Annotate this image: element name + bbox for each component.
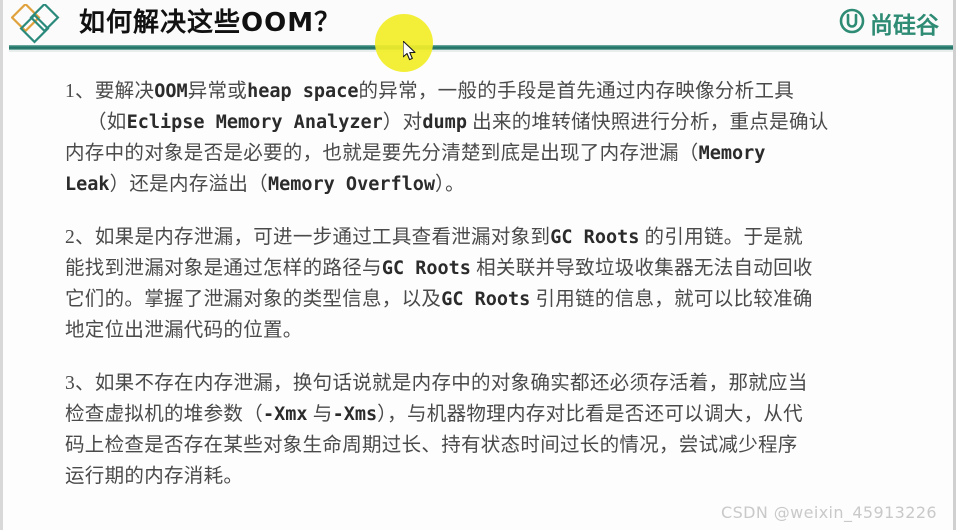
text-run: 如果不存在内存泄漏，换句话说就是内存中的对象确实都还必须存活着，那就应当	[94, 373, 808, 394]
text-run: （如	[87, 112, 127, 133]
paragraph-line: 它们的。掌握了泄漏对象的类型信息，以及GC Roots 引用链的信息，就可以比较…	[65, 289, 813, 310]
paragraph-line: （如Eclipse Memory Analyzer）对dump 出来的堆转储快照…	[65, 112, 829, 133]
text-run: 的异常，一般的手段是首先通过内存映像分析工具	[358, 81, 795, 102]
text-run: 码上检查是否存在某些对象生命周期过长、持有状态时间过长的情况，尝试减少程序	[65, 435, 798, 456]
text-run: 的引用链。于是就	[639, 227, 803, 248]
text-run: 相关联并导致垃圾收集器无法自动回收	[470, 258, 813, 279]
text-run: 检查虚拟机的堆参数（	[65, 404, 264, 425]
slide-canvas: 如何解决这些OOM？ 尚硅谷 1、要解决OOM异常或heap space的异常，…	[0, 0, 956, 530]
code-term: GC Roots	[441, 289, 531, 310]
text-run: 2、	[65, 227, 95, 248]
paragraph-line: 1、要解决OOM异常或heap space的异常，一般的手段是首先通过内存映像分…	[65, 81, 794, 102]
text-run: 出来的堆转储快照进行分析，重点是确认	[466, 112, 829, 133]
body-paragraph: 3、如果不存在内存泄漏，换句话说就是内存中的对象确实都还必须存活着，那就应当 检查…	[65, 368, 903, 492]
slide-body: 1、要解决OOM异常或heap space的异常，一般的手段是首先通过内存映像分…	[65, 76, 903, 514]
code-term: OOM	[154, 81, 188, 102]
code-term: Memory	[698, 143, 766, 164]
text-run: 它们的。掌握了泄漏对象的类型信息，以及	[65, 289, 442, 310]
body-paragraph: 1、要解决OOM异常或heap space的异常，一般的手段是首先通过内存映像分…	[65, 76, 903, 200]
code-term: heap space	[247, 81, 359, 102]
code-term: Leak	[65, 174, 110, 195]
paragraph-line: 3、如果不存在内存泄漏，换句话说就是内存中的对象确实都还必须存活着，那就应当	[65, 373, 808, 394]
text-run: 运行期的内存消耗。	[65, 466, 244, 487]
brand-name: 尚硅谷	[870, 13, 939, 39]
diamonds-logo-icon	[10, 2, 73, 44]
csdn-watermark: CSDN @weixin_45913226	[721, 503, 937, 522]
paragraph-line: 运行期的内存消耗。	[65, 466, 243, 487]
text-run: 如果是内存泄漏，可进一步通过工具查看泄漏对象到	[94, 227, 551, 248]
code-term: -Xmx	[263, 404, 308, 425]
text-run: 与	[307, 404, 333, 425]
paragraph-line: 检查虚拟机的堆参数（-Xmx 与-Xms），与机器物理内存对比看是否还可以调大，…	[65, 404, 803, 425]
text-run: ）。	[435, 174, 465, 195]
text-run: 异常或	[187, 81, 248, 102]
text-run: 内存中的对象是否是必要的，也就是要先分清楚到底是出现了内存泄漏（	[65, 143, 699, 164]
u-circle-icon	[839, 8, 865, 39]
paragraph-line: Leak）还是内存溢出（Memory Overflow）。	[65, 174, 465, 195]
text-run: 要解决	[94, 81, 155, 102]
text-run: 能找到泄漏对象是通过怎样的路径与	[65, 258, 382, 279]
text-run: 引用链的信息，就可以比较准确	[530, 289, 813, 310]
text-run: 地定位出泄漏代码的位置。	[65, 320, 303, 341]
header-divider-shadow	[9, 50, 953, 52]
text-run: 3、	[65, 373, 95, 394]
text-run: ）还是内存溢出（	[109, 174, 268, 195]
text-run: 1、	[65, 81, 95, 102]
paragraph-line: 2、如果是内存泄漏，可进一步通过工具查看泄漏对象到GC Roots 的引用链。于…	[65, 227, 803, 248]
code-term: GC Roots	[550, 227, 640, 248]
paragraph-line: 地定位出泄漏代码的位置。	[65, 320, 303, 341]
paragraph-line: 能找到泄漏对象是通过怎样的路径与GC Roots 相关联并导致垃圾收集器无法自动…	[65, 258, 813, 279]
brand-logo: 尚硅谷	[839, 6, 939, 40]
body-paragraph: 2、如果是内存泄漏，可进一步通过工具查看泄漏对象到GC Roots 的引用链。于…	[65, 222, 903, 346]
code-term: dump	[422, 112, 467, 133]
code-term: Memory Overflow	[267, 174, 436, 195]
code-term: GC Roots	[381, 258, 471, 279]
text-run: ）对	[382, 112, 423, 133]
paragraph-line: 码上检查是否存在某些对象生命周期过长、持有状态时间过长的情况，尝试减少程序	[65, 435, 798, 456]
paragraph-line: 内存中的对象是否是必要的，也就是要先分清楚到底是出现了内存泄漏（Memory	[65, 143, 765, 164]
slide-header: 如何解决这些OOM？ 尚硅谷	[3, 0, 953, 52]
page-title: 如何解决这些OOM？	[79, 8, 342, 38]
code-term: Eclipse Memory Analyzer	[126, 112, 383, 133]
text-run: ），与机器物理内存对比看是否还可以调大，从代	[377, 404, 803, 425]
code-term: -Xms	[332, 404, 378, 425]
